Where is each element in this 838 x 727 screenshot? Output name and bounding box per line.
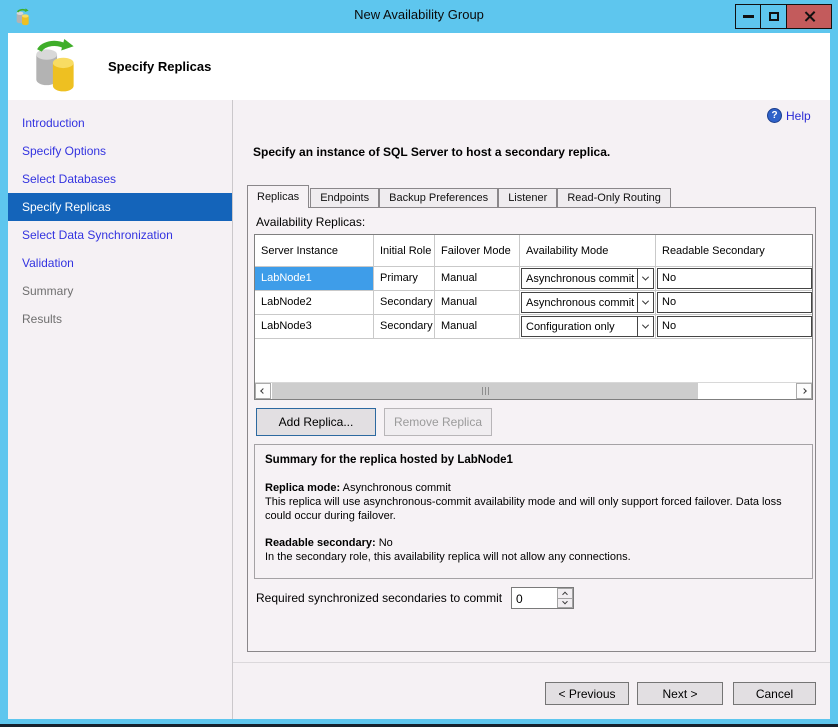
wizard-steps-sidebar: Introduction Specify Options Select Data… bbox=[8, 100, 232, 719]
close-icon bbox=[803, 10, 816, 23]
chevron-down-icon[interactable] bbox=[637, 317, 653, 336]
readable-secondary-line: Readable secondary: No bbox=[265, 536, 802, 550]
required-secondaries-input[interactable] bbox=[512, 588, 557, 608]
help-label: Help bbox=[786, 109, 811, 123]
scrollbar-thumb[interactable] bbox=[272, 383, 698, 399]
new-availability-group-window: New Availability Group Specify Replicas … bbox=[0, 0, 838, 727]
page-title: Specify Replicas bbox=[108, 59, 211, 74]
scroll-right-icon[interactable] bbox=[796, 383, 812, 399]
close-button[interactable] bbox=[786, 4, 832, 29]
col-initial-role[interactable]: Initial Role bbox=[374, 235, 435, 267]
col-server-instance[interactable]: Server Instance bbox=[255, 235, 374, 267]
cell-server-instance[interactable]: LabNode2 bbox=[255, 291, 374, 315]
cell-failover-mode: Manual bbox=[435, 291, 520, 315]
horizontal-scrollbar[interactable] bbox=[255, 382, 812, 399]
maximize-button[interactable] bbox=[760, 4, 787, 29]
help-icon: ? bbox=[767, 108, 782, 123]
availability-mode-dropdown[interactable]: Asynchronous commit bbox=[521, 292, 654, 313]
minimize-icon bbox=[743, 15, 754, 18]
sidebar-item-select-data-sync[interactable]: Select Data Synchronization bbox=[8, 221, 232, 249]
col-availability-mode[interactable]: Availability Mode bbox=[520, 235, 656, 267]
sidebar-item-select-databases[interactable]: Select Databases bbox=[8, 165, 232, 193]
next-button[interactable]: Next > bbox=[637, 682, 723, 705]
availability-replicas-label: Availability Replicas: bbox=[256, 215, 365, 229]
cell-server-instance[interactable]: LabNode3 bbox=[255, 315, 374, 339]
required-secondaries-spinner bbox=[511, 587, 574, 609]
table-row[interactable]: LabNode2 Secondary Manual Asynchronous c… bbox=[255, 291, 813, 315]
sidebar-item-specify-replicas[interactable]: Specify Replicas bbox=[8, 193, 232, 221]
wizard-header: Specify Replicas bbox=[8, 33, 830, 100]
sidebar-item-results: Results bbox=[8, 305, 232, 333]
cell-initial-role: Primary bbox=[374, 267, 435, 291]
readable-secondary-dropdown[interactable]: No bbox=[657, 292, 812, 313]
instruction-text: Specify an instance of SQL Server to hos… bbox=[253, 145, 610, 159]
col-readable-secondary[interactable]: Readable Secondary bbox=[656, 235, 813, 267]
summary-title: Summary for the replica hosted by LabNod… bbox=[265, 453, 802, 467]
table-row[interactable]: LabNode3 Secondary Manual Configuration … bbox=[255, 315, 813, 339]
cell-initial-role: Secondary bbox=[374, 291, 435, 315]
cell-failover-mode: Manual bbox=[435, 267, 520, 291]
availability-mode-dropdown[interactable]: Configuration only bbox=[521, 316, 654, 337]
chevron-down-icon[interactable] bbox=[637, 269, 653, 288]
tab-strip: Replicas Endpoints Backup Preferences Li… bbox=[247, 186, 671, 208]
sidebar-item-summary: Summary bbox=[8, 277, 232, 305]
tab-backup-preferences[interactable]: Backup Preferences bbox=[379, 188, 498, 208]
readable-secondary-dropdown[interactable]: No bbox=[657, 268, 812, 289]
footer-divider bbox=[233, 662, 830, 663]
chevron-down-icon[interactable] bbox=[637, 293, 653, 312]
replicas-database-icon bbox=[30, 38, 82, 94]
tab-read-only-routing[interactable]: Read-Only Routing bbox=[557, 188, 671, 208]
replicas-tab-page: Availability Replicas: Server Instance I… bbox=[247, 207, 816, 652]
col-failover-mode[interactable]: Failover Mode bbox=[435, 235, 520, 267]
maximize-icon bbox=[769, 12, 779, 21]
replica-mode-line: Replica mode: Asynchronous commit bbox=[265, 481, 802, 495]
readable-secondary-dropdown[interactable]: No bbox=[657, 316, 812, 337]
previous-button[interactable]: < Previous bbox=[545, 682, 629, 705]
help-link[interactable]: ? Help bbox=[767, 108, 811, 123]
readable-secondary-description: In the secondary role, this availability… bbox=[265, 550, 802, 564]
add-replica-button[interactable]: Add Replica... bbox=[256, 408, 376, 436]
window-title: New Availability Group bbox=[0, 7, 838, 22]
availability-mode-dropdown[interactable]: Asynchronous commit bbox=[521, 268, 654, 289]
tab-listener[interactable]: Listener bbox=[498, 188, 557, 208]
scroll-left-icon[interactable] bbox=[255, 383, 271, 399]
replica-mode-description: This replica will use asynchronous-commi… bbox=[265, 495, 802, 523]
sidebar-item-validation[interactable]: Validation bbox=[8, 249, 232, 277]
grid-header-row: Server Instance Initial Role Failover Mo… bbox=[255, 235, 813, 267]
required-secondaries-label: Required synchronized secondaries to com… bbox=[256, 591, 502, 605]
sidebar-item-specify-options[interactable]: Specify Options bbox=[8, 137, 232, 165]
cell-failover-mode: Manual bbox=[435, 315, 520, 339]
spinner-up-icon[interactable] bbox=[557, 588, 573, 598]
cancel-button[interactable]: Cancel bbox=[733, 682, 816, 705]
cell-server-instance[interactable]: LabNode1 bbox=[255, 267, 374, 291]
sidebar-item-introduction[interactable]: Introduction bbox=[8, 109, 232, 137]
cell-initial-role: Secondary bbox=[374, 315, 435, 339]
wizard-content: ? Help Specify an instance of SQL Server… bbox=[233, 100, 830, 719]
table-row[interactable]: LabNode1 Primary Manual Asynchronous com… bbox=[255, 267, 813, 291]
dialog-body: Specify Replicas Introduction Specify Op… bbox=[8, 33, 830, 719]
minimize-button[interactable] bbox=[735, 4, 761, 29]
spinner-down-icon[interactable] bbox=[557, 598, 573, 609]
tab-endpoints[interactable]: Endpoints bbox=[310, 188, 379, 208]
titlebar[interactable]: New Availability Group bbox=[0, 0, 838, 33]
tab-replicas[interactable]: Replicas bbox=[247, 185, 309, 208]
remove-replica-button: Remove Replica bbox=[384, 408, 492, 436]
replica-summary-box: Summary for the replica hosted by LabNod… bbox=[254, 444, 813, 579]
availability-replicas-grid[interactable]: Server Instance Initial Role Failover Mo… bbox=[254, 234, 813, 400]
